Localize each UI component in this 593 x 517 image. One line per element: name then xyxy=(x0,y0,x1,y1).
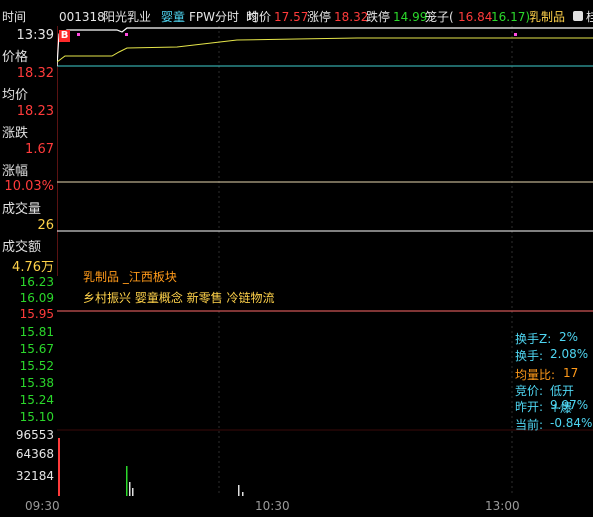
price-line xyxy=(57,27,593,67)
volume-bar xyxy=(126,466,128,496)
turnover-label: 换手: xyxy=(515,349,544,363)
prev-open-value: 9.97% xyxy=(550,398,589,412)
price-axis-label: 15.52 xyxy=(19,359,54,373)
volume-bar xyxy=(132,488,134,496)
header-overflow-text: 桂 xyxy=(586,10,593,24)
change-value: 1.67 xyxy=(25,142,54,157)
cage-high: 16.17) xyxy=(491,10,531,24)
chart-mode[interactable]: FPW分时 xyxy=(189,8,239,26)
time-tick-label: 13:00 xyxy=(485,499,520,513)
vol-ratio-label: 均量比: xyxy=(515,368,556,382)
current-value: -0.84% xyxy=(550,416,593,430)
auction-label: 竞价: xyxy=(515,384,544,398)
prev-open-label: 昨开: xyxy=(515,400,544,414)
quote-sidebar: 13:39 价格 18.32 均价 18.23 涨跌 1.67 涨幅 10.03… xyxy=(0,26,58,276)
stock-code[interactable]: 001318 xyxy=(59,8,105,26)
limit-down-label: 跌停 xyxy=(366,10,391,24)
price-axis-label: 15.38 xyxy=(19,376,54,390)
cage-low: 16.84 xyxy=(458,10,493,24)
trade-marker xyxy=(125,33,128,36)
avg-price-label: 均价 xyxy=(247,10,272,24)
time-tick-label: 09:30 xyxy=(25,499,60,513)
limit-up-label: 涨停 xyxy=(307,10,332,24)
concept-tags-line[interactable]: 乡村振兴 婴童概念 新零售 冷链物流 xyxy=(83,289,274,306)
current-label: 当前: xyxy=(515,418,544,432)
price-axis-label: 15.67 xyxy=(19,342,54,356)
time-column-label: 时间 xyxy=(2,10,27,24)
time-tick-label: 10:30 xyxy=(255,499,290,513)
volume-bar xyxy=(238,485,240,496)
avg-value: 18.23 xyxy=(16,104,54,119)
trade-marker xyxy=(514,33,517,36)
volume-axis-label: 32184 xyxy=(15,469,54,483)
cage-label: 笼子( xyxy=(425,10,454,24)
intraday-chart[interactable]: B xyxy=(57,26,593,496)
volume-bar xyxy=(58,438,60,496)
amount-label: 成交额 xyxy=(2,240,42,255)
turnover-value: 2.08% xyxy=(550,347,589,361)
sector-concept-line[interactable]: 乳制品 _江西板块 xyxy=(83,268,177,285)
volume-axis-label: 64368 xyxy=(15,447,54,461)
price-axis-label: 16.23 xyxy=(19,275,54,289)
quote-header: 时间 001318 阳光乳业 婴童 FPW分时 时 均价 17.57 涨停 18… xyxy=(0,0,593,28)
volume-bar xyxy=(129,482,131,496)
volume-value: 26 xyxy=(37,218,54,233)
turnover-z-label: 换手Z: xyxy=(515,332,552,346)
camera-icon[interactable] xyxy=(573,11,583,21)
price-axis: 16.23 16.09 15.95 15.81 15.67 15.52 15.3… xyxy=(0,270,57,430)
price-value: 18.32 xyxy=(16,66,54,81)
buy-badge[interactable]: B xyxy=(59,30,70,42)
price-axis-label: 15.95 xyxy=(19,307,54,321)
turnover-z-value: 2% xyxy=(559,330,579,344)
avg-price-line xyxy=(57,37,593,63)
vol-ratio-value: 17 xyxy=(563,366,579,380)
stock-name[interactable]: 阳光乳业 xyxy=(103,8,151,26)
avg-label: 均价 xyxy=(2,88,29,103)
price-axis-label: 15.24 xyxy=(19,393,54,407)
price-axis-label: 16.09 xyxy=(19,291,54,305)
pct-value: 10.03% xyxy=(4,179,54,194)
price-label: 价格 xyxy=(2,50,29,65)
change-label: 涨跌 xyxy=(2,126,29,141)
volume-axis: 96553 64368 32184 xyxy=(0,426,57,496)
sector-name[interactable]: 乳制品 xyxy=(529,8,565,26)
current-time: 13:39 xyxy=(16,28,54,43)
avg-price-value: 17.57 xyxy=(274,10,309,24)
limit-up-value: 18.32 xyxy=(334,10,369,24)
price-axis-label: 15.10 xyxy=(19,410,54,424)
stock-tag[interactable]: 婴童 xyxy=(161,8,185,26)
volume-axis-label: 96553 xyxy=(15,428,54,442)
time-axis: 09:30 10:30 13:00 xyxy=(0,496,593,517)
volume-label: 成交量 xyxy=(2,202,42,217)
trade-marker xyxy=(77,33,80,36)
price-axis-label: 15.81 xyxy=(19,325,54,339)
pct-label: 涨幅 xyxy=(2,164,29,179)
limit-down-value: 14.99 xyxy=(393,10,428,24)
